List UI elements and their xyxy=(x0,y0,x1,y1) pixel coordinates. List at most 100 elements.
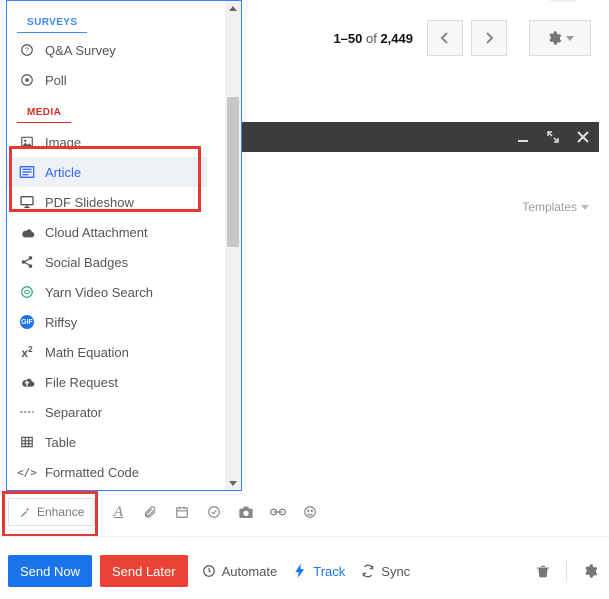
emoji-button[interactable] xyxy=(301,503,319,521)
close-button[interactable] xyxy=(575,129,591,145)
chevron-down-icon xyxy=(581,205,589,210)
send-now-label: Send Now xyxy=(20,564,80,579)
scroll-down-button[interactable] xyxy=(225,476,241,490)
compose-toolbar: Enhance A xyxy=(8,498,319,526)
menu-item-code[interactable]: </> Formatted Code xyxy=(7,457,207,487)
help-icon: ? xyxy=(19,42,35,58)
calendar-button[interactable] xyxy=(173,503,191,521)
menu-item-poll[interactable]: Poll xyxy=(7,65,207,95)
riffsy-icon: GIF xyxy=(19,314,35,330)
menu-item-label: Riffsy xyxy=(45,315,77,330)
menu-item-label: PDF Slideshow xyxy=(45,195,134,210)
menu-item-qa-survey[interactable]: ? Q&A Survey xyxy=(7,35,207,65)
chevron-left-icon xyxy=(440,32,450,44)
send-later-label: Send Later xyxy=(112,564,176,579)
wand-icon xyxy=(19,506,31,518)
clock-icon xyxy=(202,564,216,578)
menu-item-file-request[interactable]: File Request xyxy=(7,367,207,397)
menu-item-label: Separator xyxy=(45,405,102,420)
delete-button[interactable] xyxy=(534,562,552,580)
track-label: Track xyxy=(313,564,345,579)
minimize-button[interactable] xyxy=(515,129,531,145)
camera-icon xyxy=(238,505,254,519)
expand-icon xyxy=(547,131,559,143)
cloud-icon xyxy=(19,224,35,240)
menu-item-crowdcast[interactable]: Crowdcast xyxy=(7,487,207,490)
chevron-down-icon xyxy=(566,36,574,41)
templates-dropdown[interactable]: Templates xyxy=(522,200,589,214)
image-icon xyxy=(19,134,35,150)
task-button[interactable] xyxy=(205,503,223,521)
menu-item-label: Formatted Code xyxy=(45,465,139,480)
menu-item-riffsy[interactable]: GIF Riffsy xyxy=(7,307,207,337)
menu-section-media: MEDIA xyxy=(17,103,71,123)
menu-item-image[interactable]: Image xyxy=(7,127,207,157)
next-page-button[interactable] xyxy=(471,20,507,56)
menu-item-label: Table xyxy=(45,435,76,450)
link-button[interactable] xyxy=(269,503,287,521)
svg-text:?: ? xyxy=(25,47,29,54)
page-range: 1–50 xyxy=(333,31,362,46)
send-now-button[interactable]: Send Now xyxy=(8,555,92,587)
poll-icon xyxy=(19,72,35,88)
menu-item-social-badges[interactable]: Social Badges xyxy=(7,247,207,277)
link-icon xyxy=(270,507,286,517)
expand-button[interactable] xyxy=(545,129,561,145)
trash-icon xyxy=(536,563,550,579)
article-icon xyxy=(19,164,35,180)
check-circle-icon xyxy=(207,505,221,519)
menu-item-label: Yarn Video Search xyxy=(45,285,153,300)
chevron-right-icon xyxy=(484,32,494,44)
page-info: 1–50 of 2,449 xyxy=(333,31,413,46)
avatar xyxy=(545,0,581,2)
smile-icon xyxy=(303,505,317,519)
compose-settings-button[interactable] xyxy=(581,562,599,580)
insert-menu: SURVEYS ? Q&A Survey Poll MEDIA Image Ar… xyxy=(6,0,242,491)
attach-button[interactable] xyxy=(141,503,159,521)
menu-item-article[interactable]: Article xyxy=(7,157,207,187)
bolt-icon xyxy=(293,564,307,578)
menu-item-label: Math Equation xyxy=(45,345,129,360)
menu-item-cloud-attachment[interactable]: Cloud Attachment xyxy=(7,217,207,247)
scrollbar-thumb[interactable] xyxy=(227,97,239,247)
menu-item-truncated xyxy=(17,1,231,11)
pagination-bar: 1–50 of 2,449 xyxy=(333,20,591,56)
page-total: 2,449 xyxy=(380,31,413,46)
menu-item-yarn-video[interactable]: Yarn Video Search xyxy=(7,277,207,307)
menu-item-label: Q&A Survey xyxy=(45,43,116,58)
paperclip-icon xyxy=(143,504,157,520)
menu-item-label: Social Badges xyxy=(45,255,128,270)
menu-item-separator[interactable]: Separator xyxy=(7,397,207,427)
track-button[interactable]: Track xyxy=(293,564,345,579)
text-format-button[interactable]: A xyxy=(109,503,127,521)
calendar-icon xyxy=(175,505,189,519)
yarn-icon xyxy=(19,284,35,300)
action-bar: Send Now Send Later Automate Track Sync xyxy=(8,555,599,587)
menu-item-label: File Request xyxy=(45,375,118,390)
menu-item-math[interactable]: x2 Math Equation xyxy=(7,337,207,367)
sync-button[interactable]: Sync xyxy=(361,564,410,579)
minimize-icon xyxy=(517,131,529,143)
enhance-button[interactable]: Enhance xyxy=(8,498,95,526)
settings-button[interactable] xyxy=(529,20,591,56)
math-icon: x2 xyxy=(19,344,35,360)
menu-item-label: Article xyxy=(45,165,81,180)
close-icon xyxy=(577,131,589,143)
compose-titlebar xyxy=(242,122,599,152)
templates-label: Templates xyxy=(522,200,577,214)
automate-button[interactable]: Automate xyxy=(202,564,278,579)
send-later-button[interactable]: Send Later xyxy=(100,555,188,587)
menu-section-surveys: SURVEYS xyxy=(17,13,87,33)
sync-icon xyxy=(361,564,375,578)
sync-label: Sync xyxy=(381,564,410,579)
scroll-up-button[interactable] xyxy=(225,1,241,15)
cloud-upload-icon xyxy=(19,374,35,390)
code-icon: </> xyxy=(19,464,35,480)
scrollbar-track[interactable] xyxy=(225,1,241,490)
menu-item-pdf-slideshow[interactable]: PDF Slideshow xyxy=(7,187,207,217)
camera-button[interactable] xyxy=(237,503,255,521)
prev-page-button[interactable] xyxy=(427,20,463,56)
separator-icon xyxy=(19,404,35,420)
automate-label: Automate xyxy=(222,564,278,579)
menu-item-table[interactable]: Table xyxy=(7,427,207,457)
